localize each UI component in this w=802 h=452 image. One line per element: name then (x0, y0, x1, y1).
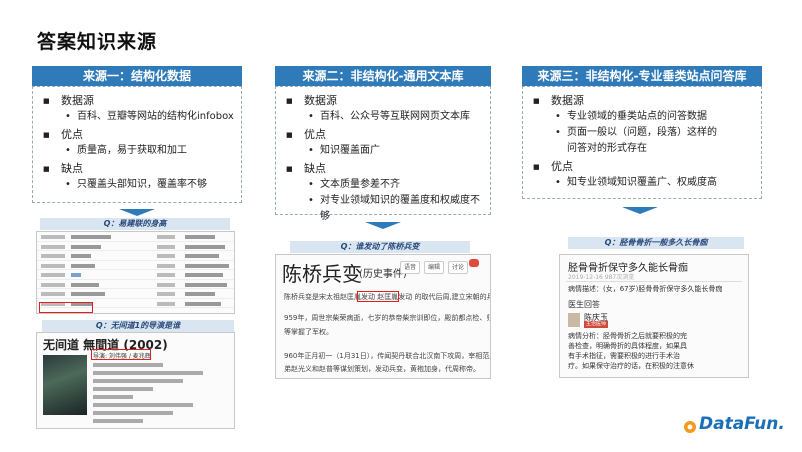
column-header-vertical-qa: 来源三：非结构化-专业垂类站点问答库 (522, 66, 762, 86)
column-header-structured: 来源一：结构化数据 (32, 66, 242, 86)
sub-bullet: 只覆盖头部知识，覆盖率不够 (41, 177, 235, 193)
bullet-data-source: 数据源 (531, 93, 755, 109)
history-title: 陈桥兵变 (282, 262, 362, 286)
infobox-row (37, 289, 234, 299)
page-title: 答案知识来源 (37, 31, 158, 53)
bullet-data-source: 数据源 (284, 93, 484, 109)
infobox-row (37, 270, 234, 280)
question-label: Q：谁发动了陈桥兵变 (290, 241, 470, 253)
director-highlight (91, 349, 151, 360)
question-label: Q：无间道1的导演是谁 (42, 320, 234, 332)
height-highlight (39, 302, 93, 313)
answer-line: 疗。如果保守治疗的话，在积极的注意休 (568, 362, 694, 370)
datafun-logo-text: DataFun. (699, 414, 785, 434)
infobox-screenshot (36, 231, 235, 314)
bullet-cons: 缺点 (284, 161, 484, 177)
question-label: Q：易建联的身高 (40, 218, 230, 230)
question-label: Q：胫骨骨折一般多久长骨痂 (568, 237, 744, 249)
voice-button[interactable]: 语音 (400, 261, 420, 274)
history-paragraph: 960年正月初一（1月31日），传闻契丹联合北汉南下攻周，宰相范质等人 (284, 352, 491, 360)
bullet-pros: 优点 (41, 127, 235, 143)
infobox-row (37, 261, 234, 270)
column-box-vertical-qa: 数据源 专业领域的垂类站点的问答数据 页面一般以（问题，段落）这样的问答对的形式… (522, 86, 762, 199)
column-header-general-text: 来源二：非结构化-通用文本库 (275, 66, 491, 86)
question-description: 病情描述：(女，67岁)胫骨骨折保守多久能长骨痂 (568, 285, 723, 293)
down-arrow-icon (622, 207, 658, 214)
initiator-highlight (357, 291, 399, 302)
doctor-title-badge: 主治医师 (584, 321, 609, 328)
bullet-pros: 优点 (531, 159, 755, 175)
movie-poster (43, 355, 87, 415)
infobox-row (37, 280, 234, 289)
history-paragraph: 等掌握了军权。 (284, 328, 333, 336)
sub-bullet: 页面一般以（问题，段落）这样的问答对的形式存在 (531, 125, 755, 157)
movie-screenshot: 无间道 無間道 (2002) 导演: 刘伟强 / 麦兆辉 (36, 332, 235, 429)
bullet-cons: 缺点 (41, 161, 235, 177)
sub-bullet: 对专业领域知识的覆盖度和权威度不够 (284, 193, 484, 225)
sub-bullet-text: 页面一般以（问题，段落）这样的问答对的形式存在 (567, 127, 717, 154)
edit-button[interactable]: 编辑 (424, 261, 444, 274)
answer-section-title: 医生回答 (568, 300, 600, 309)
bullet-data-source: 数据源 (41, 93, 235, 109)
sub-bullet: 知识覆盖面广 (284, 143, 484, 159)
datafun-logo-icon (684, 421, 696, 433)
down-arrow-icon (365, 222, 401, 229)
sub-bullet: 质量高，易于获取和加工 (41, 143, 235, 159)
sub-bullet: 专业领域的垂类站点的问答数据 (531, 109, 755, 125)
sub-bullet: 百科、豆瓣等网站的结构化infobox (41, 109, 235, 125)
infobox-row (37, 232, 234, 242)
medical-qa-screenshot: 胫骨骨折保守多久能长骨痂 2019-12-16 987次浏览 病情描述：(女，6… (559, 254, 749, 378)
history-screenshot: 陈桥兵变 (历史事件) 语音 编辑 讨论 陈桥兵变是宋太祖赵匡胤发动 赵匡胤发动… (275, 254, 491, 379)
history-paragraph: 弟赵光义和赵普等谋划策划，发动兵变，黄袍加身，代周称帝。 (284, 365, 480, 373)
column-box-structured: 数据源 百科、豆瓣等网站的结构化infobox 优点 质量高，易于获取和加工 缺… (32, 86, 242, 203)
discuss-button[interactable]: 讨论 (448, 261, 468, 274)
bullet-pros: 优点 (284, 127, 484, 143)
notification-badge (469, 259, 479, 267)
infobox-row (37, 251, 234, 261)
column-box-general-text: 数据源 百科、公众号等互联网网页文本库 优点 知识覆盖面广 缺点 文本质量参差不… (275, 86, 491, 222)
sub-bullet: 知专业领域知识覆盖广、权威度高 (531, 175, 755, 191)
down-arrow-icon (119, 209, 155, 216)
doctor-avatar (568, 313, 580, 327)
sub-bullet: 文本质量参差不齐 (284, 177, 484, 193)
question-meta: 2019-12-16 987次浏览 (568, 274, 635, 281)
sub-bullet: 百科、公众号等互联网网页文本库 (284, 109, 484, 125)
infobox-row (37, 242, 234, 251)
history-paragraph: 959年，周世宗柴荣病逝，七岁的恭帝柴宗训即位，殿前都点检、归德军节度 (284, 314, 490, 322)
